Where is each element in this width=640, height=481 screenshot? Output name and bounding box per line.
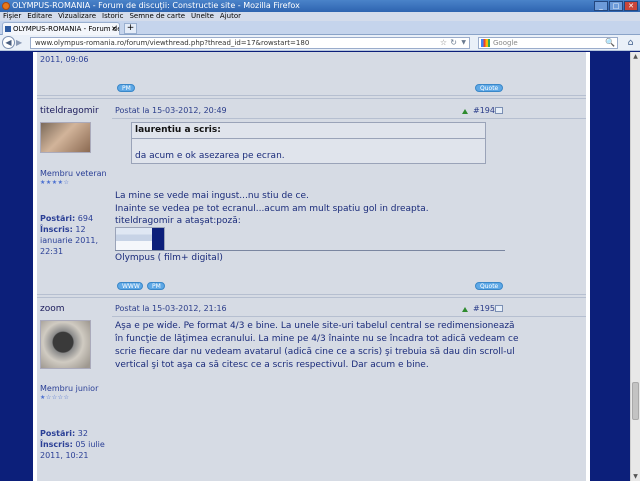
prev-quote-button[interactable]: Quote	[475, 84, 503, 92]
posts-label: Postări:	[40, 214, 76, 223]
divider	[112, 316, 586, 317]
post-number[interactable]: #195	[473, 304, 495, 313]
page-content: 2011, 09:06 PM Quote titeldragomir Posta…	[0, 52, 630, 481]
forum-thread: 2011, 09:06 PM Quote titeldragomir Posta…	[37, 52, 586, 481]
joined-value-3: 22:31	[40, 247, 64, 256]
attached-image[interactable]	[115, 227, 165, 251]
posts-label: Postări:	[40, 429, 76, 438]
quote-divider	[131, 138, 486, 139]
reload-icon[interactable]: ↻	[450, 38, 457, 48]
search-input[interactable]: Google 🔍	[478, 37, 618, 49]
post-header: Postat la 15-03-2012, 21:16	[115, 304, 227, 313]
forward-button[interactable]: ▶	[16, 38, 26, 48]
rank-stars: ★☆☆☆☆	[40, 394, 70, 401]
scroll-up-icon[interactable]: ▲	[631, 52, 640, 61]
quote-author: laurentiu a scris:	[135, 125, 221, 135]
back-button[interactable]: ◀	[2, 36, 15, 49]
menu-edit[interactable]: Editare	[27, 12, 52, 21]
signature-divider	[115, 250, 505, 251]
post-header: Postat la 15-03-2012, 20:49	[115, 106, 227, 115]
posts-count: 694	[77, 214, 94, 223]
menu-bookmarks[interactable]: Semne de carte	[129, 12, 185, 21]
posts-count: 32	[77, 429, 88, 438]
prev-pm-button[interactable]: PM	[117, 84, 135, 92]
tab-strip: OLYMPUS-ROMANIA - Forum de discuţii:... …	[0, 21, 640, 35]
menu-file[interactable]: Fişier	[3, 12, 21, 21]
post-body-line: Aşa e pe wide. Pe format 4/3 e bine. La …	[115, 321, 515, 331]
prev-post-time: 2011, 09:06	[40, 55, 89, 64]
post-body-line: scrie fiecare dar nu vedeam avatarul (ad…	[115, 347, 515, 357]
divider	[37, 98, 586, 99]
url-dropdown-icon[interactable]: ▼	[461, 38, 466, 48]
menu-tools[interactable]: Unelte	[191, 12, 214, 21]
navigation-bar: ◀ ▶ www.olympus-romania.ro/forum/viewthr…	[0, 35, 640, 51]
signature: Olympus ( film+ digital)	[115, 253, 223, 263]
tab-close-icon[interactable]: ✕	[111, 23, 117, 35]
attached-image-thumb	[116, 228, 152, 250]
close-button[interactable]: ✕	[624, 1, 638, 11]
post-body-line: titeldragomir a ataşat:poză:	[115, 216, 241, 226]
bookmark-star-icon[interactable]: ☆	[440, 38, 447, 48]
menu-history[interactable]: Istoric	[102, 12, 123, 21]
attached-image-thumb-dark	[152, 228, 164, 250]
menu-help[interactable]: Ajutor	[220, 12, 241, 21]
user-stats: Postări: 32 Înscris: 05 iulie 2011, 10:2…	[40, 428, 105, 461]
arrow-up-icon[interactable]	[462, 307, 468, 312]
window-titlebar: OLYMPUS-ROMANIA - Forum de discuţii: Con…	[0, 0, 640, 12]
arrow-up-icon[interactable]	[462, 109, 468, 114]
user-stats: Postări: 694 Înscris: 12 ianuarie 2011, …	[40, 213, 98, 257]
joined-value: 12	[75, 225, 86, 234]
divider	[37, 294, 586, 295]
divider	[112, 118, 586, 119]
joined-value-2: ianuarie 2011,	[40, 236, 99, 245]
post-author[interactable]: zoom	[40, 304, 65, 314]
search-placeholder: Google	[493, 39, 518, 47]
new-tab-button[interactable]: +	[124, 23, 137, 34]
joined-label: Înscris:	[40, 440, 73, 449]
url-text: www.olympus-romania.ro/forum/viewthread.…	[35, 39, 310, 47]
post-number[interactable]: #194	[473, 106, 495, 115]
window-title: OLYMPUS-ROMANIA - Forum de discuţii: Con…	[12, 1, 300, 10]
divider	[37, 95, 586, 96]
home-button[interactable]: ⌂	[624, 37, 637, 49]
tab-label: OLYMPUS-ROMANIA - Forum de discuţii:...	[13, 25, 119, 33]
quote-text: da acum e ok asezarea pe ecran.	[135, 151, 285, 161]
pm-button[interactable]: PM	[147, 282, 165, 290]
vertical-scrollbar[interactable]: ▲ ▼	[630, 52, 640, 481]
post-body-line: vertical şi tot aşa ca să citesc ce a sc…	[115, 360, 429, 370]
firefox-icon	[2, 2, 10, 10]
joined-value: 05 iulie	[75, 440, 105, 449]
google-icon	[481, 39, 490, 47]
minimize-button[interactable]: _	[594, 1, 608, 11]
scroll-down-icon[interactable]: ▼	[631, 472, 640, 481]
tab-forum[interactable]: OLYMPUS-ROMANIA - Forum de discuţii:... …	[2, 22, 120, 35]
user-rank: Membru junior	[40, 384, 99, 393]
post-body-line: Inainte se vedea pe tot ecranul...acum a…	[115, 204, 429, 214]
menu-bar: Fişier Editare Vizualizare Istoric Semne…	[0, 12, 640, 21]
avatar	[40, 320, 91, 369]
quote-icon[interactable]	[495, 305, 503, 312]
post-author[interactable]: titeldragomir	[40, 106, 99, 116]
joined-value-2: 2011, 10:21	[40, 451, 89, 460]
rank-stars: ★★★★☆	[40, 179, 70, 186]
maximize-button[interactable]: □	[609, 1, 623, 11]
www-button[interactable]: WWW	[117, 282, 143, 290]
url-bar[interactable]: www.olympus-romania.ro/forum/viewthread.…	[30, 37, 470, 49]
post-body-line: în funcţie de lăţimea ecranului. La mine…	[115, 334, 519, 344]
favicon-icon	[5, 26, 11, 32]
menu-view[interactable]: Vizualizare	[58, 12, 96, 21]
page-frame: 2011, 09:06 PM Quote titeldragomir Posta…	[33, 52, 590, 481]
user-rank: Membru veteran	[40, 169, 107, 178]
scroll-thumb[interactable]	[632, 382, 639, 420]
search-icon[interactable]: 🔍	[605, 38, 615, 48]
post-body-line: La mine se vede mai ingust...nu stiu de …	[115, 191, 309, 201]
joined-label: Înscris:	[40, 225, 73, 234]
quote-icon[interactable]	[495, 107, 503, 114]
quote-button[interactable]: Quote	[475, 282, 503, 290]
avatar	[40, 122, 91, 153]
divider	[37, 297, 586, 298]
